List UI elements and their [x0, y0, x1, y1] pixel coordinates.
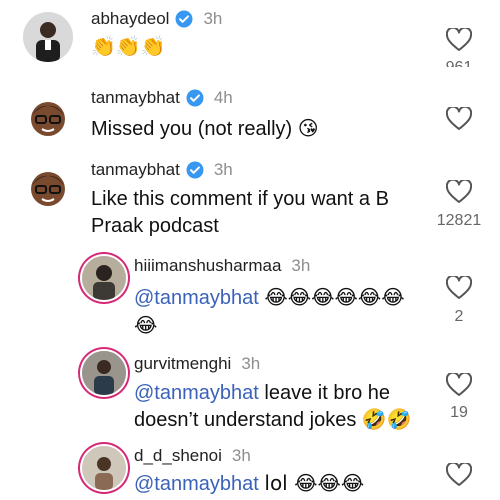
- username[interactable]: tanmaybhat: [91, 160, 180, 180]
- like-count: 12821: [436, 212, 482, 229]
- mention-link[interactable]: @tanmaybhat: [134, 473, 259, 495]
- comment-text: Like this comment if you want a B Praak …: [91, 186, 389, 240]
- verified-badge-icon: [175, 10, 193, 28]
- mention-link[interactable]: @tanmaybhat: [134, 287, 259, 309]
- avatar[interactable]: [82, 446, 126, 490]
- comment-text-line: Like this comment if you want a B: [91, 188, 389, 210]
- like-count: 961: [429, 59, 489, 67]
- comment-text-line: Praak podcast: [91, 215, 219, 237]
- reply-text-line: @tanmaybhat 😂😂😂😂😂😂: [134, 285, 405, 309]
- comment-meta: gurvitmenghi 3h: [134, 354, 260, 374]
- comment-meta: tanmaybhat 3h: [91, 160, 233, 180]
- username[interactable]: hiiimanshusharmaa: [134, 256, 281, 276]
- like-count: 19: [450, 404, 468, 421]
- timestamp: 3h: [241, 354, 261, 373]
- timestamp: 3h: [231, 446, 251, 465]
- avatar[interactable]: [82, 351, 126, 395]
- timestamp: 3h: [203, 9, 223, 28]
- verified-badge-icon: [186, 89, 204, 107]
- comment-text: 👏👏👏: [91, 34, 166, 58]
- heart-outline-icon[interactable]: [446, 28, 472, 52]
- username[interactable]: abhaydeol: [91, 9, 169, 29]
- avatar[interactable]: [23, 93, 73, 143]
- heart-outline-icon[interactable]: [446, 107, 472, 131]
- comment-meta: d_d_shenoi 3h: [134, 446, 251, 466]
- heart-outline-icon[interactable]: [446, 180, 472, 204]
- heart-outline-icon[interactable]: [446, 276, 472, 300]
- reply-text: @tanmaybhat lol 😂😂😂: [134, 471, 365, 495]
- mention-link[interactable]: @tanmaybhat: [134, 382, 259, 404]
- reply-text: @tanmaybhat 😂😂😂😂😂😂 😂: [134, 284, 405, 339]
- heart-outline-icon[interactable]: [446, 463, 472, 487]
- verified-badge-icon: [186, 161, 204, 179]
- reply-text-line: @tanmaybhat leave it bro he: [134, 382, 391, 404]
- username[interactable]: gurvitmenghi: [134, 354, 231, 374]
- like-count: 2: [454, 308, 464, 325]
- avatar[interactable]: [23, 163, 73, 213]
- avatar[interactable]: [23, 12, 73, 62]
- avatar[interactable]: [82, 256, 126, 300]
- reply-text: @tanmaybhat leave it bro he doesn’t unde…: [134, 380, 412, 434]
- timestamp: 3h: [213, 160, 233, 179]
- comment-meta: tanmaybhat 4h: [91, 88, 233, 108]
- timestamp: 4h: [213, 88, 233, 107]
- username[interactable]: tanmaybhat: [91, 88, 180, 108]
- reply-text-line: 😂: [134, 313, 158, 337]
- comment-text: Missed you (not really) 😘: [91, 118, 319, 140]
- heart-outline-icon[interactable]: [446, 373, 472, 397]
- username[interactable]: d_d_shenoi: [134, 446, 222, 466]
- reply-text-line: doesn’t understand jokes 🤣🤣: [134, 409, 412, 431]
- timestamp: 3h: [291, 256, 311, 275]
- comment-meta: abhaydeol 3h: [91, 9, 222, 29]
- comment-meta: hiiimanshusharmaa 3h: [134, 256, 310, 276]
